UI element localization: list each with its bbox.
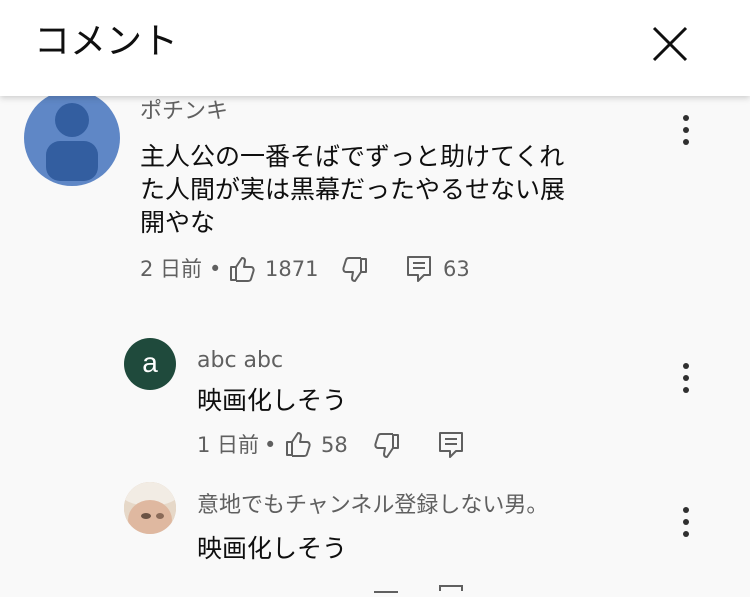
profile-photo [124,482,176,534]
comment-text-line: た人間が実は黒幕だったやるせない展 [140,175,566,204]
comment-text: 主人公の一番そばでずっと助けてくれ た人間が実は黒幕だったやるせない展 開やな [140,140,640,239]
comment-text: 映画化しそう [197,386,348,415]
close-button[interactable] [646,20,694,68]
close-icon [652,26,688,62]
like-count: 1871 [265,257,319,281]
thumbs-up-icon[interactable] [228,255,256,283]
comment-timestamp: 1 日前 [197,433,260,457]
reply-count[interactable]: 63 [443,255,470,283]
avatar[interactable] [24,90,120,186]
page-title: コメント [34,21,179,62]
avatar[interactable] [124,482,176,534]
separator-dot: • [209,257,222,281]
reply-icon[interactable] [437,577,465,591]
separator-dot: • [264,433,277,457]
more-options-icon[interactable] [676,112,696,152]
comment-timestamp: 2 日前 [140,257,203,281]
comment-author[interactable]: 意地でもチャンネル登録しない男。 [197,492,548,520]
thumbs-down-icon[interactable] [341,256,369,284]
like-count: 58 [321,433,348,457]
person-icon [46,103,98,181]
thumbs-up-icon[interactable] [284,430,312,458]
comments-header: コメント [0,0,750,96]
reply-icon[interactable] [405,254,433,284]
reply-icon[interactable] [437,430,465,460]
more-options-icon[interactable] [676,360,696,400]
more-options-icon[interactable] [676,504,696,544]
comment-author[interactable]: abc abc [197,347,283,375]
thumbs-down-icon[interactable] [372,578,400,593]
comment-text-line: 主人公の一番そばでずっと助けてくれ [140,142,565,171]
comment-text: 映画化しそう [197,534,348,563]
comment-author[interactable]: ポチンキ [140,98,228,126]
comment-text-line: 開やな [140,208,216,237]
avatar[interactable]: a [124,338,176,390]
thumbs-down-icon[interactable] [373,432,401,460]
